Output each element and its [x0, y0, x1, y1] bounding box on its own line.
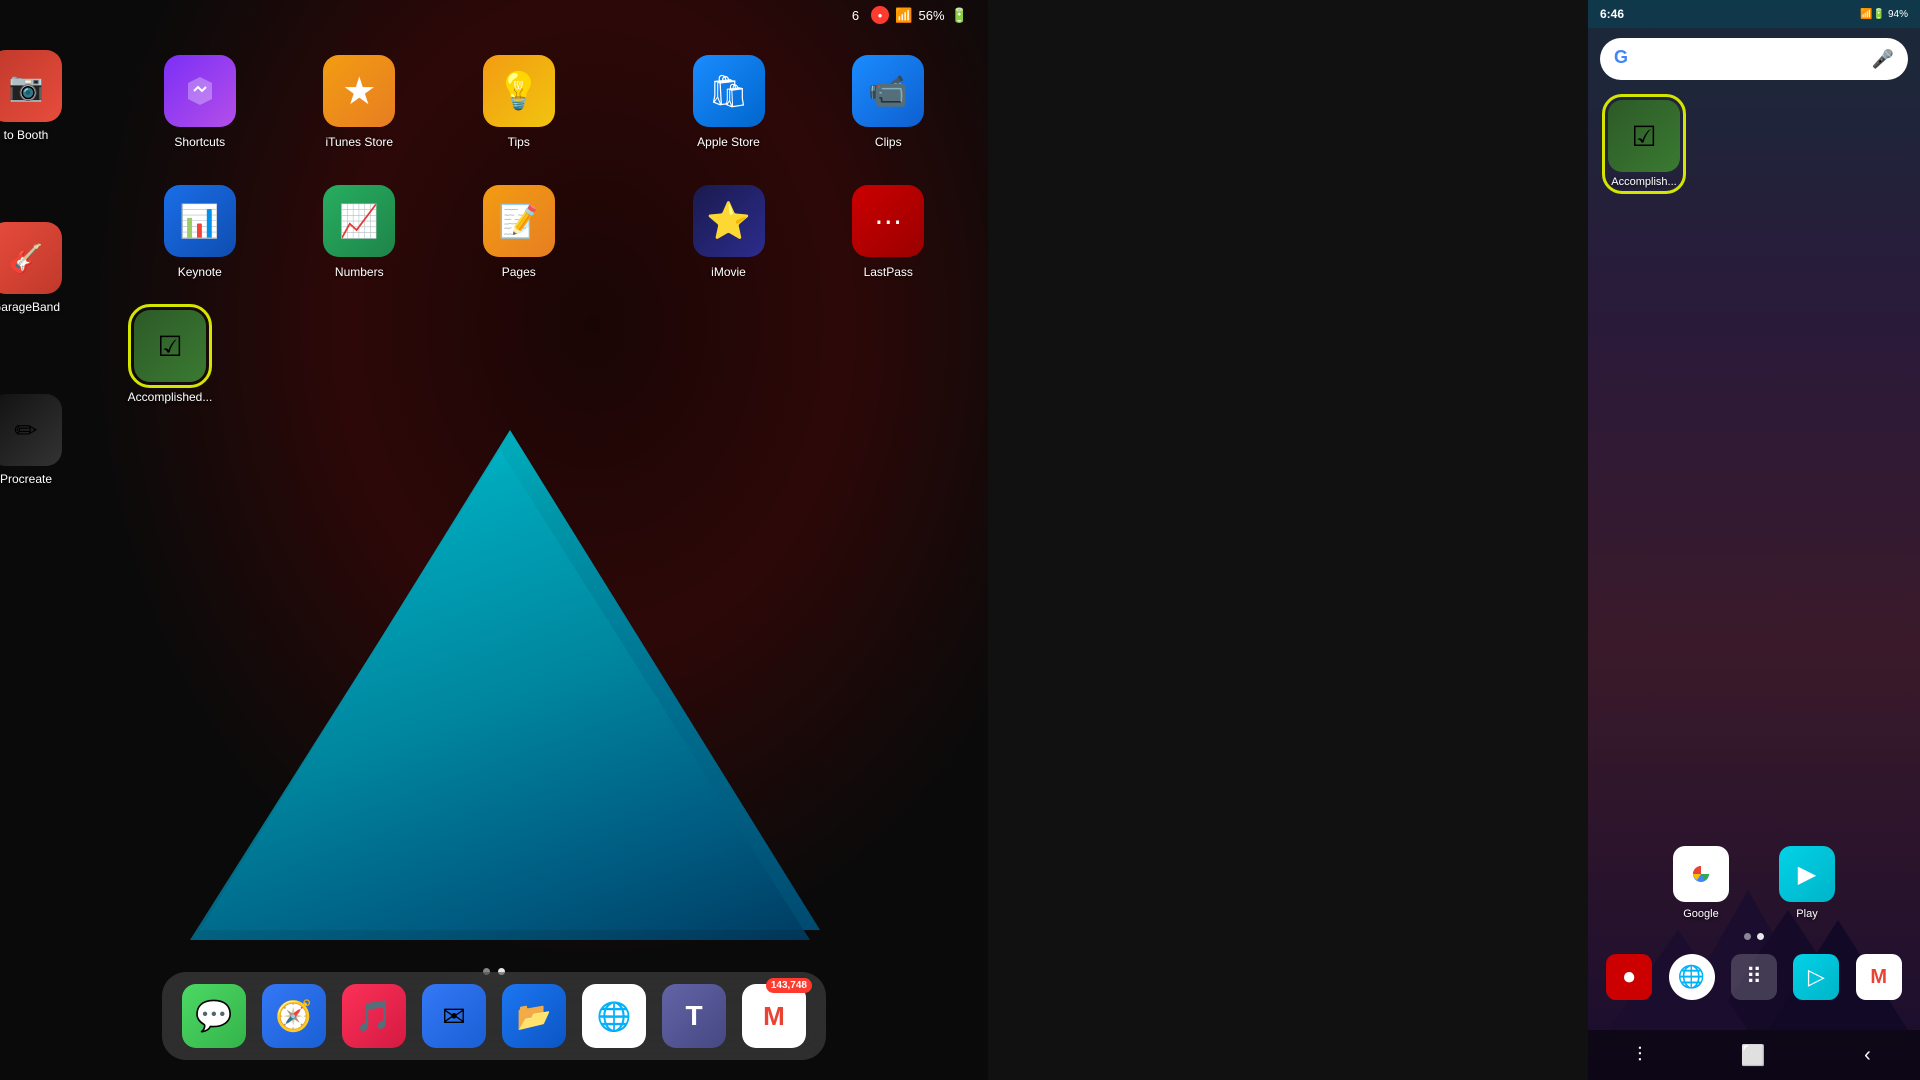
accomplished-label: Accomplished... [128, 390, 213, 404]
accomplished-icon: ☑ [134, 310, 206, 382]
lastpass-label: LastPass [864, 265, 913, 279]
clips-label: Clips [875, 135, 902, 149]
play-label: Play [1796, 908, 1817, 920]
imovie-app[interactable]: ⭐ iMovie [679, 185, 779, 279]
gmail-dock-icon[interactable]: M 143,748 [742, 984, 806, 1048]
procreate-icon: ✏ [0, 394, 62, 466]
android-search-bar[interactable]: G 🎤 [1600, 38, 1908, 80]
ipad-dock: 💬 🧭 🎵 ✉ 📂 🌐 T M 143,748 [162, 972, 826, 1060]
chrome-dock-icon[interactable]: 🌐 [582, 984, 646, 1048]
app-row-3: ☑ Accomplished... [120, 310, 220, 404]
google-logo: G [1614, 47, 1638, 71]
keynote-icon: 📊 [164, 185, 236, 257]
ipad-status-bar: 6 ● 📶 56% 🔋 [0, 0, 988, 30]
shortcuts-app[interactable]: Shortcuts [150, 55, 250, 149]
imovie-label: iMovie [711, 265, 746, 279]
android-gmail-icon[interactable]: M [1856, 954, 1902, 1000]
menu-nav-button[interactable]: ⫶ [1637, 1044, 1642, 1067]
procreate-partial[interactable]: ✏ Procreate [0, 394, 62, 486]
teams-dock-icon[interactable]: T [662, 984, 726, 1048]
garageband-label: GarageBand [0, 300, 60, 314]
numbers-icon: 📈 [323, 185, 395, 257]
android-bottom-app-icons: Google ▶ Play [1648, 846, 1860, 920]
home-nav-button[interactable]: ⬜ [1741, 1043, 1766, 1068]
procreate-label: Procreate [0, 472, 52, 486]
clips-icon: 📹 [852, 55, 924, 127]
record-indicator: ● [871, 6, 889, 24]
itunes-icon: ★ [323, 55, 395, 127]
apple-store-icon: 🛍 [693, 55, 765, 127]
play-app[interactable]: ▶ Play [1779, 846, 1835, 920]
time-display: 6 [852, 8, 859, 23]
android-accomplished-app[interactable]: ☑ Accomplish... [1608, 100, 1680, 188]
left-edge-apps: 📷 to Booth 🎸 GarageBand ✏ Procreate [0, 50, 62, 606]
tips-icon: 💡 [483, 55, 555, 127]
google-label: Google [1683, 908, 1718, 920]
android-status-bar: 6:46 📶🔋 94% [1588, 0, 1920, 28]
photo-booth-label: to Booth [4, 128, 49, 142]
android-screen: 6:46 📶🔋 94% G 🎤 ☑ Accomplish... [1588, 0, 1920, 1080]
android-record-icon[interactable]: ⏺ [1606, 954, 1652, 1000]
google-app[interactable]: Google [1673, 846, 1729, 920]
android-page-dots [1744, 933, 1764, 940]
shortcuts-label: Shortcuts [174, 135, 225, 149]
android-icons: 📶🔋 [1860, 9, 1885, 20]
apple-store-app[interactable]: 🛍 Apple Store [679, 55, 779, 149]
microphone-icon[interactable]: 🎤 [1872, 49, 1894, 70]
pages-icon: 📝 [483, 185, 555, 257]
itunes-label: iTunes Store [325, 135, 393, 149]
battery-icon: 🔋 [951, 7, 968, 24]
app-row-1: Shortcuts ★ iTunes Store 💡 Tips 🛍 Apple … [120, 55, 968, 149]
pages-label: Pages [502, 265, 536, 279]
messages-dock-icon[interactable]: 💬 [182, 984, 246, 1048]
files-dock-icon[interactable]: 📂 [502, 984, 566, 1048]
ipad-screen: 6 ● 📶 56% 🔋 📷 to Booth 🎸 GarageBand ✏ [0, 0, 988, 1080]
garageband-icon: 🎸 [0, 222, 62, 294]
wifi-icon: 📶 [895, 7, 912, 24]
android-apps-icon[interactable]: ⠿ [1731, 954, 1777, 1000]
numbers-app[interactable]: 📈 Numbers [309, 185, 409, 279]
keynote-label: Keynote [178, 265, 222, 279]
lastpass-icon: ⋯ [852, 185, 924, 257]
photo-booth-partial[interactable]: 📷 to Booth [0, 50, 62, 142]
android-chrome-icon[interactable]: 🌐 [1669, 954, 1715, 1000]
keynote-app[interactable]: 📊 Keynote [150, 185, 250, 279]
imovie-icon: ⭐ [693, 185, 765, 257]
mail-dock-icon[interactable]: ✉ [422, 984, 486, 1048]
android-dock: ⏺ 🌐 ⠿ ▷ M [1588, 954, 1920, 1000]
android-nav-bar: ⫶ ⬜ ‹ [1588, 1030, 1920, 1080]
shortcuts-icon [164, 55, 236, 127]
gap-area [988, 0, 1588, 1080]
back-nav-button[interactable]: ‹ [1864, 1044, 1871, 1067]
android-dot-2[interactable] [1757, 933, 1764, 940]
play-icon: ▶ [1779, 846, 1835, 902]
accomplished-app[interactable]: ☑ Accomplished... [120, 310, 220, 404]
garageband-partial[interactable]: 🎸 GarageBand [0, 222, 62, 314]
safari-dock-icon[interactable]: 🧭 [262, 984, 326, 1048]
android-accomplished-label: Accomplish... [1608, 176, 1680, 188]
app-row-2: 📊 Keynote 📈 Numbers 📝 Pages ⭐ iMovie ⋯ [120, 185, 968, 279]
battery-display: 56% [919, 8, 945, 23]
photo-booth-icon: 📷 [0, 50, 62, 122]
android-battery: 94% [1888, 9, 1908, 20]
google-icon [1673, 846, 1729, 902]
apple-store-label: Apple Store [697, 135, 760, 149]
android-time: 6:46 [1600, 7, 1624, 21]
clips-app[interactable]: 📹 Clips [838, 55, 938, 149]
android-search-container: G 🎤 [1600, 38, 1908, 80]
android-play-store-icon[interactable]: ▷ [1793, 954, 1839, 1000]
itunes-app[interactable]: ★ iTunes Store [309, 55, 409, 149]
tips-app[interactable]: 💡 Tips [469, 55, 569, 149]
pages-app[interactable]: 📝 Pages [469, 185, 569, 279]
gmail-badge: 143,748 [766, 978, 812, 993]
numbers-label: Numbers [335, 265, 384, 279]
lastpass-app[interactable]: ⋯ LastPass [838, 185, 938, 279]
music-dock-icon[interactable]: 🎵 [342, 984, 406, 1048]
tips-label: Tips [508, 135, 530, 149]
android-status-icons: 📶🔋 94% [1860, 9, 1908, 20]
android-dot-1[interactable] [1744, 933, 1751, 940]
